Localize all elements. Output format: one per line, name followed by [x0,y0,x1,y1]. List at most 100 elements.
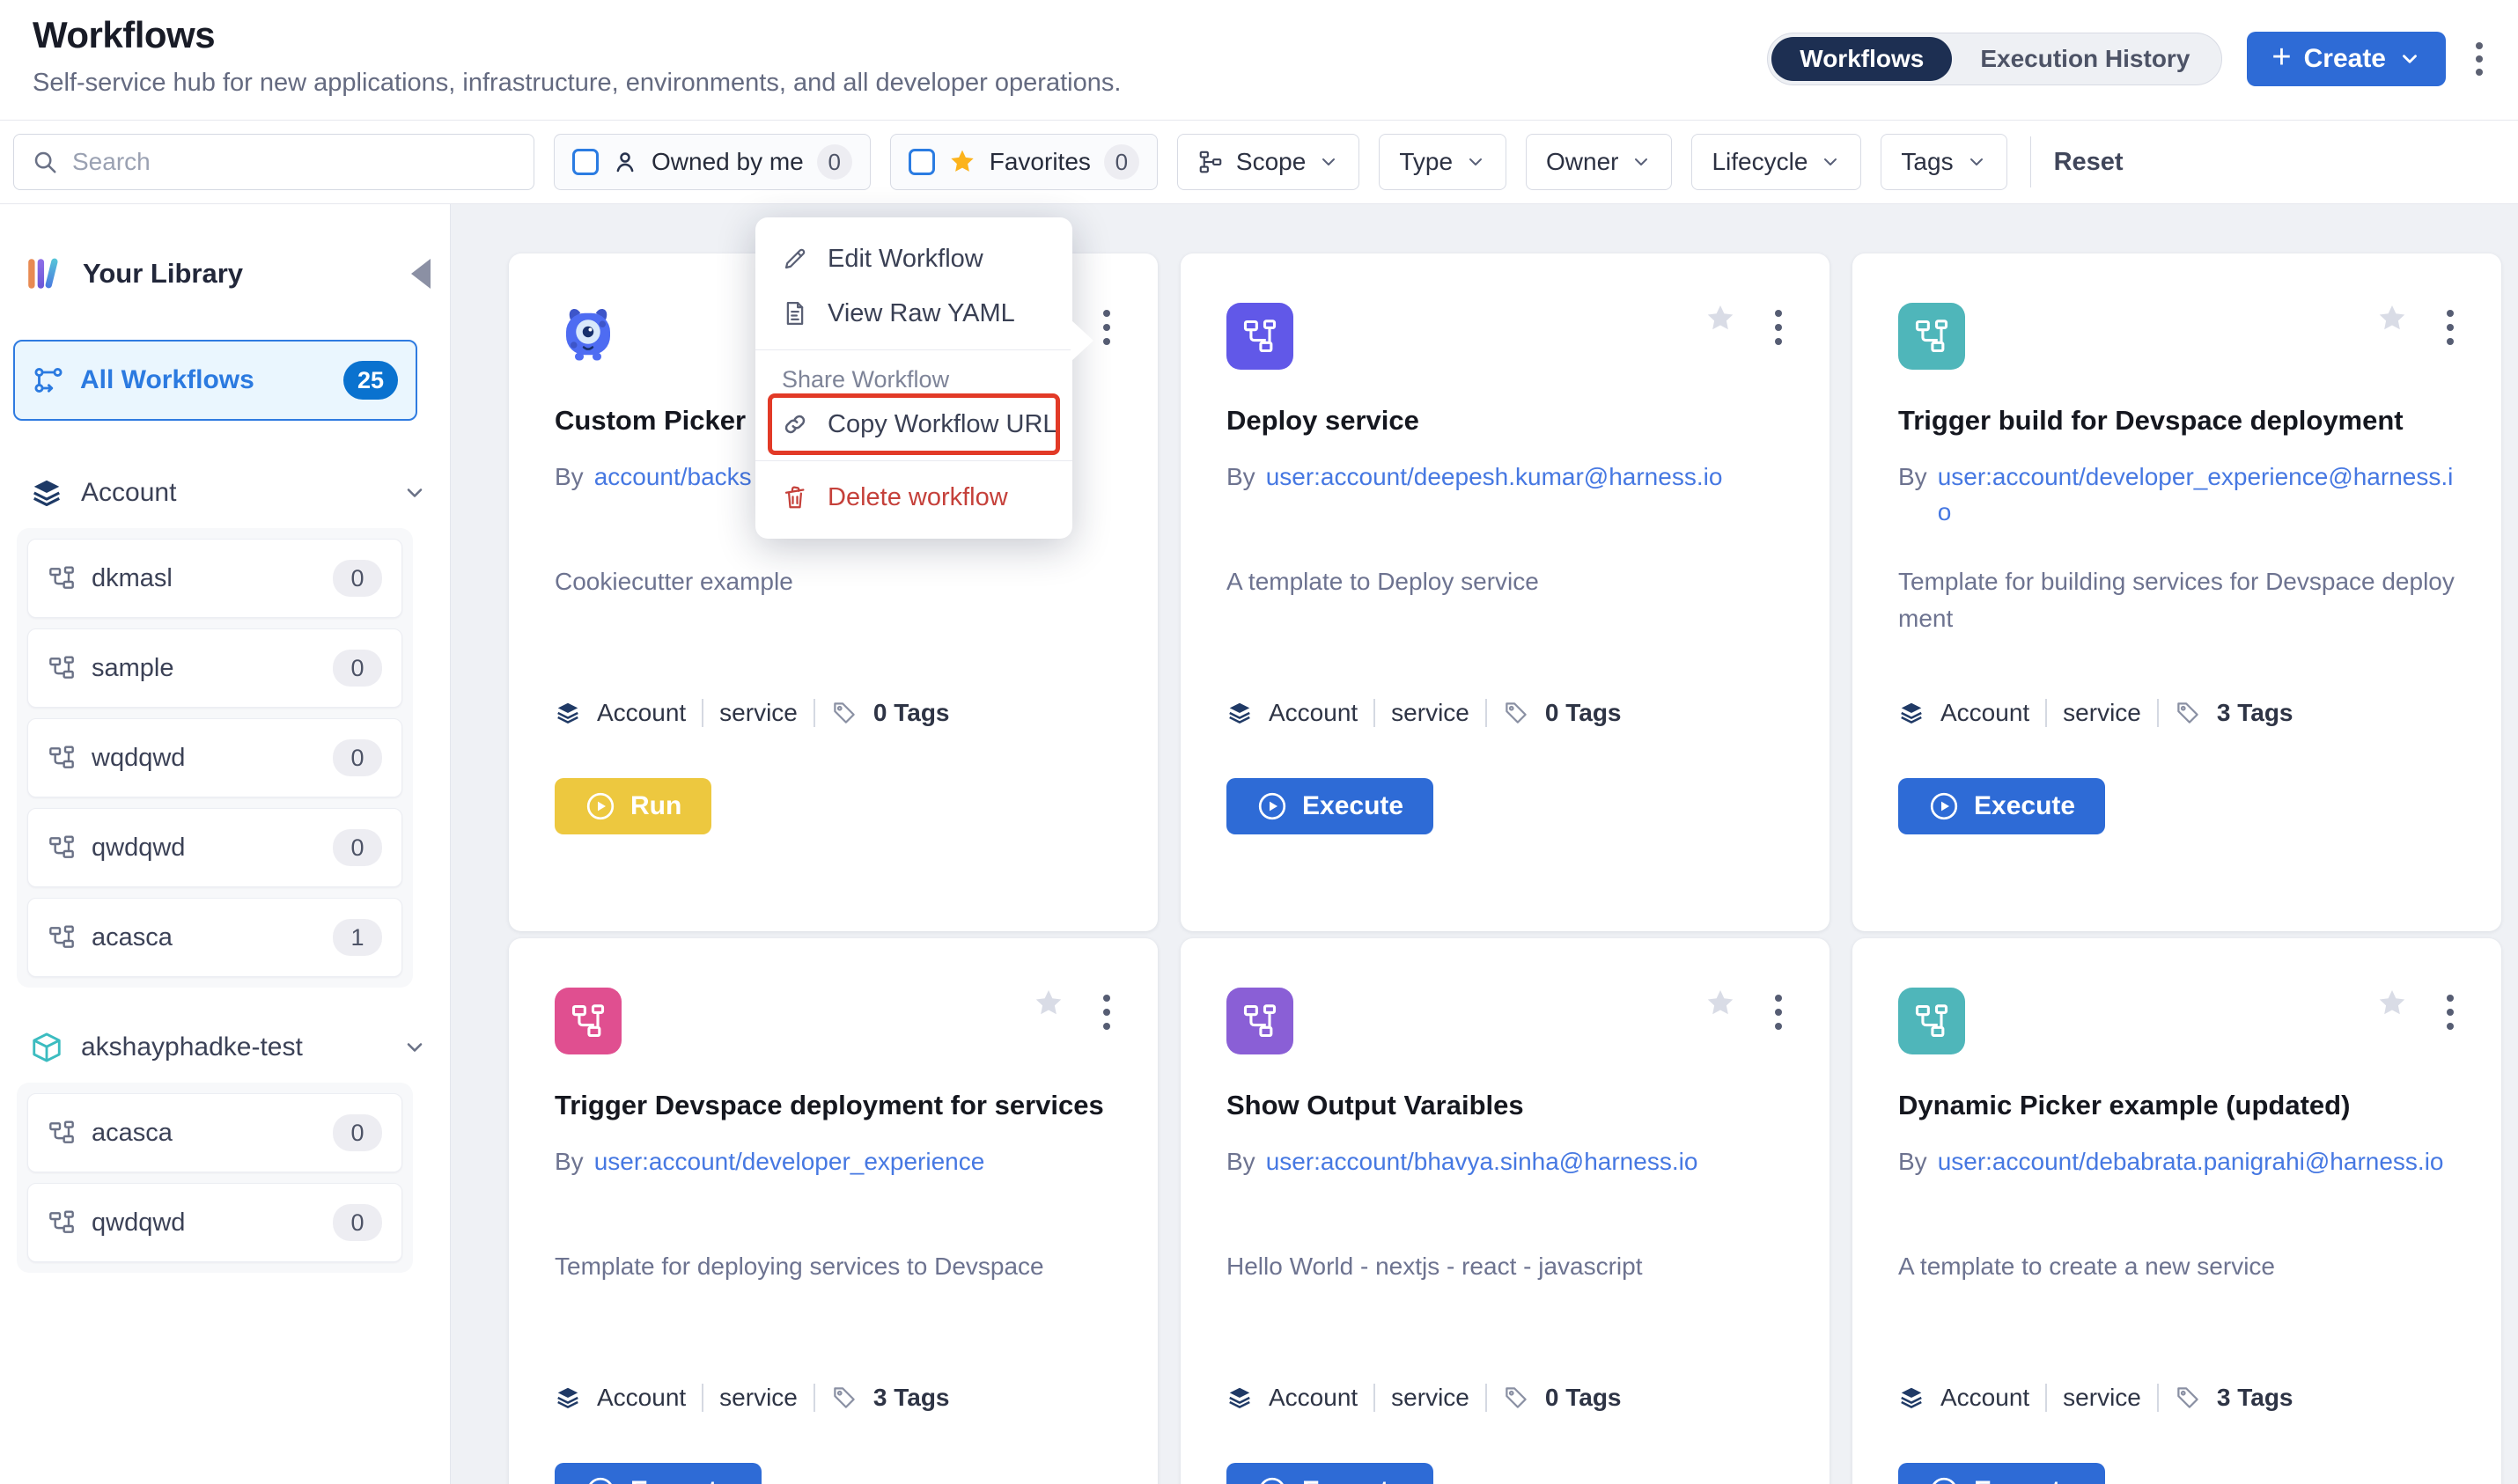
workflow-context-menu: Edit Workflow View Raw YAML Share Workfl… [755,217,1072,539]
menu-item-label: Edit Workflow [828,245,983,274]
divider [2157,1384,2159,1412]
group-name: akshayphadke-test [81,1032,303,1062]
workflow-title: Deploy service [1226,405,1784,437]
layers-icon [1226,700,1253,726]
execute-button[interactable]: Execute [1898,778,2105,834]
author-link[interactable]: user:account/bhavya.sinha@harness.io [1266,1144,1698,1179]
tags-label: 0 Tags [873,699,950,727]
owned-by-me-filter[interactable]: Owned by me 0 [554,134,871,190]
tags-filter-dropdown[interactable]: Tags [1881,134,2006,190]
sitemap-icon [48,1209,76,1237]
item-count-badge: 0 [333,1114,382,1151]
author-link[interactable]: user:account/developer_experience@harnes… [1938,459,2459,530]
flowchart-icon [1898,988,1965,1054]
author-link[interactable]: user:account/developer_experience [594,1144,985,1179]
type-label: service [2063,699,2141,727]
header-kebab-menu[interactable] [2470,35,2488,83]
execute-button[interactable]: Execute [1226,1463,1433,1484]
tag-icon [2175,1385,2201,1411]
divider [2045,699,2047,727]
author-link[interactable]: user:account/debabrata.panigrahi@harness… [1938,1144,2444,1179]
create-button[interactable]: + Create [2247,32,2446,86]
flowchart-icon [1226,303,1293,370]
sitemap-icon [48,834,76,862]
sidebar-item-dkmasl[interactable]: dkmasl 0 [27,539,402,618]
execute-button[interactable]: Execute [1226,778,1433,834]
scope-filter-dropdown[interactable]: Scope [1177,134,1359,190]
workflow-icon [33,364,64,396]
favorite-star-icon[interactable] [1704,303,1736,334]
type-filter-dropdown[interactable]: Type [1379,134,1506,190]
owned-by-me-checkbox[interactable] [572,149,599,175]
sidebar-group-akshayphadke-test[interactable]: akshayphadke-test [30,1023,427,1072]
tag-icon [831,700,858,726]
divider [1485,699,1487,727]
sidebar-item-wqdqwd[interactable]: wqdqwd 0 [27,718,402,797]
tab-workflows[interactable]: Workflows [1771,37,1952,81]
sidebar-item-acasca-2[interactable]: acasca 0 [27,1093,402,1172]
card-kebab-menu[interactable] [1098,989,1115,1035]
workflow-title: Dynamic Picker example (updated) [1898,1090,2455,1121]
tab-execution-history[interactable]: Execution History [1952,37,2218,81]
cube-icon [30,1031,63,1064]
execute-button[interactable]: Execute [555,1463,762,1484]
sidebar-item-qwdqwd-2[interactable]: qwdqwd 0 [27,1183,402,1262]
tag-icon [1503,1385,1529,1411]
workflow-title: Show Output Varaibles [1226,1090,1784,1121]
author-link[interactable]: account/backs [594,459,752,495]
sidebar-item-sample[interactable]: sample 0 [27,628,402,708]
menu-item-edit-workflow[interactable]: Edit Workflow [755,231,1072,286]
scope-label: Account [1269,699,1358,727]
card-kebab-menu[interactable] [1770,989,1787,1035]
workflow-card: Dynamic Picker example (updated) By user… [1852,938,2501,1484]
search-input[interactable] [72,148,516,176]
divider [1373,699,1375,727]
divider [2157,699,2159,727]
by-label: By [1226,459,1255,495]
filter-bar: Owned by me 0 Favorites 0 Scope Type Own… [0,120,2518,204]
run-button[interactable]: Run [555,778,711,834]
sidebar-collapse-arrow-icon[interactable] [411,259,431,289]
owner-filter-dropdown[interactable]: Owner [1526,134,1672,190]
sidebar-item-qwdqwd[interactable]: qwdqwd 0 [27,808,402,887]
menu-item-copy-workflow-url[interactable]: Copy Workflow URL [755,397,1072,452]
library-header: Your Library [25,255,432,292]
owned-by-me-label: Owned by me [652,148,804,176]
execute-button[interactable]: Execute [1898,1463,2105,1484]
chevron-down-icon[interactable] [402,481,427,505]
chevron-down-icon [1820,151,1841,173]
menu-item-delete-workflow[interactable]: Delete workflow [755,470,1072,525]
sidebar-item-acasca[interactable]: acasca 1 [27,898,402,977]
favorite-star-icon[interactable] [2376,988,2408,1019]
divider [1485,1384,1487,1412]
card-kebab-menu[interactable] [1770,305,1787,350]
library-icon [25,255,62,292]
reset-filters-button[interactable]: Reset [2054,148,2124,177]
card-kebab-menu[interactable] [2441,305,2459,350]
sidebar-item-all-workflows[interactable]: All Workflows 25 [13,340,417,421]
workflow-description: Template for deploying services to Devsp… [555,1248,1112,1285]
favorite-star-icon[interactable] [2376,303,2408,334]
flowchart-icon [555,988,622,1054]
type-label: service [2063,1384,2141,1412]
library-title: Your Library [83,258,243,290]
chevron-down-icon[interactable] [402,1035,427,1060]
card-kebab-menu[interactable] [2441,989,2459,1035]
author-link[interactable]: user:account/deepesh.kumar@harness.io [1266,459,1723,495]
favorite-star-icon[interactable] [1704,988,1736,1019]
favorite-star-icon[interactable] [1033,988,1064,1019]
by-label: By [555,459,584,495]
by-label: By [1898,459,1927,530]
all-workflows-label: All Workflows [80,365,328,395]
sidebar-group-account[interactable]: Account [30,468,427,518]
library-sidebar: Your Library All Workflows 25 Account dk… [0,204,451,1484]
type-label: service [719,699,798,727]
lifecycle-filter-dropdown[interactable]: Lifecycle [1691,134,1861,190]
favorites-checkbox[interactable] [909,149,935,175]
favorites-filter[interactable]: Favorites 0 [890,134,1158,190]
card-kebab-menu[interactable] [1098,305,1115,350]
workflow-title: Trigger build for Devspace deployment [1898,405,2455,437]
divider [2030,136,2031,187]
divider [814,1384,815,1412]
menu-item-view-raw-yaml[interactable]: View Raw YAML [755,286,1072,341]
